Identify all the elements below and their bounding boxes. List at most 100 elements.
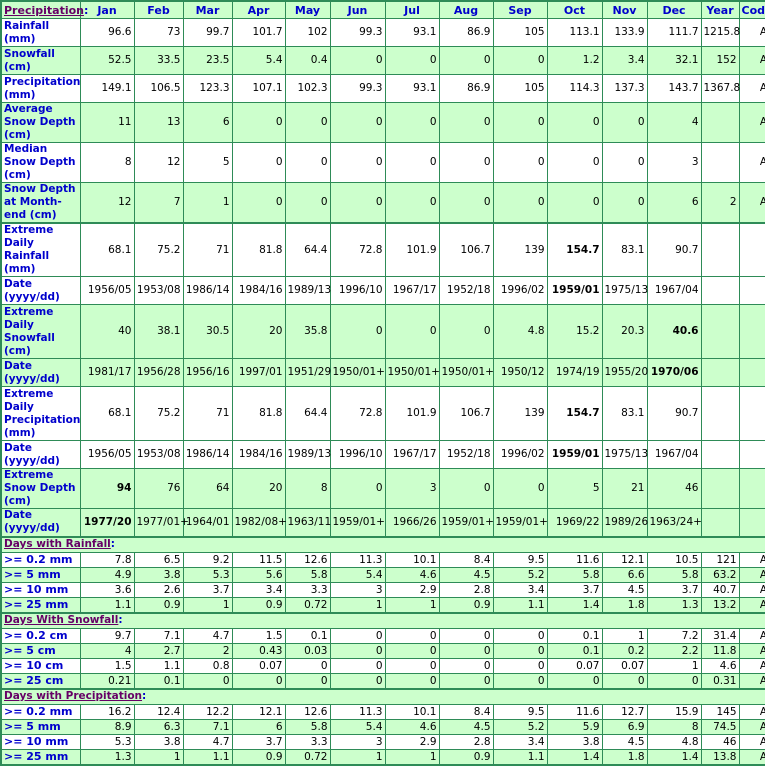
value-cell: 72.8 <box>329 386 386 441</box>
value-cell: 1 <box>182 182 233 224</box>
value-cell: 1963/11 <box>284 508 331 537</box>
colon: : <box>110 538 115 550</box>
value-cell: 1953/08 <box>133 440 184 469</box>
value-cell: 0 <box>284 142 331 183</box>
value-cell: 0 <box>329 142 386 183</box>
value-cell: 0.07 <box>546 657 603 674</box>
value-cell: 86.9 <box>438 18 494 47</box>
value-cell: 0.9 <box>438 596 494 613</box>
value-cell: 139 <box>492 386 548 441</box>
value-cell: 106.5 <box>133 74 184 103</box>
row-label: Date (yyyy/dd) <box>0 358 81 387</box>
year-cell: 1367.8 <box>700 74 740 103</box>
table-row: Extreme Daily Snowfall (cm) 40 38.1 30.5 20 3… <box>0 304 765 359</box>
value-cell: 32.1 <box>646 46 702 75</box>
code-cell <box>738 508 765 537</box>
value-cell: 8.9 <box>79 718 135 735</box>
value-cell: 9.5 <box>492 551 548 568</box>
value-cell: 0 <box>329 304 386 359</box>
section-link[interactable]: Days With Snowfall <box>4 614 118 626</box>
value-cell: 1.4 <box>546 748 603 765</box>
code-cell <box>738 304 765 359</box>
value-cell: 0.72 <box>284 748 331 765</box>
table-row: >= 25 mm 1.1 0.9 1 0.9 0.72 1 1 0.9 1.1 1.4 1.8 1.3 1… <box>0 596 765 613</box>
year-cell: 40.7 <box>700 581 740 598</box>
value-cell: 0 <box>546 102 603 143</box>
threshold-label: >= 0.2 cm <box>0 627 81 644</box>
table-row: Extreme Daily Precipitation (mm) 68.1 75.2… <box>0 386 765 441</box>
value-cell: 1959/01 <box>546 276 603 305</box>
value-cell: 6 <box>182 102 233 143</box>
value-cell: 1959/01+ <box>492 508 548 537</box>
value-cell: 81.8 <box>231 222 286 277</box>
value-cell: 0 <box>601 672 648 689</box>
value-cell: 1.8 <box>601 748 648 765</box>
value-cell: 0.1 <box>133 672 184 689</box>
value-cell: 0.9 <box>231 596 286 613</box>
value-cell: 64.4 <box>284 222 331 277</box>
value-cell: 5.6 <box>231 566 286 583</box>
value-cell: 1952/18 <box>438 276 494 305</box>
code-cell <box>738 386 765 441</box>
value-cell: 1950/01+ <box>384 358 440 387</box>
value-cell: 1952/18 <box>438 440 494 469</box>
value-cell: 0 <box>231 102 286 143</box>
value-cell: 4.7 <box>182 627 233 644</box>
value-cell: 1997/01 <box>231 358 286 387</box>
threshold-label: >= 5 mm <box>0 718 81 735</box>
value-cell: 0 <box>182 672 233 689</box>
value-cell: 1 <box>329 596 386 613</box>
precipitation-section-link[interactable]: Precipitation <box>4 4 84 17</box>
year-cell: 46 <box>700 733 740 750</box>
row-label: Rainfall (mm) <box>0 18 81 47</box>
threshold-label: >= 10 mm <box>0 733 81 750</box>
code-cell: A <box>738 733 765 750</box>
year-cell: 11.8 <box>700 642 740 659</box>
row-label: Extreme Daily Precipitation (mm) <box>0 386 81 441</box>
table-row: Rainfall (mm) 96.6 73 99.7 101.7 102 99.3 93.1 8… <box>0 18 765 47</box>
value-cell: 90.7 <box>646 386 702 441</box>
value-cell: 1967/04 <box>646 440 702 469</box>
year-cell <box>700 508 740 537</box>
code-cell: A <box>738 102 765 143</box>
col-header-code: Code <box>738 0 765 19</box>
value-cell: 143.7 <box>646 74 702 103</box>
code-cell: A <box>738 672 765 689</box>
value-cell: 0.07 <box>601 657 648 674</box>
value-cell: 0 <box>546 672 603 689</box>
value-cell: 3.8 <box>133 733 184 750</box>
section-header-cell: Precipitation: <box>0 0 88 19</box>
value-cell: 99.7 <box>182 18 233 47</box>
value-cell: 3.7 <box>546 581 603 598</box>
value-cell: 4.5 <box>438 566 494 583</box>
section-link[interactable]: Days with Rainfall <box>4 538 111 550</box>
table-row: Snow Depth at Month-end (cm) 12 7 1 0 0 0 0 0 0 0 0… <box>0 182 765 224</box>
value-cell: 10.1 <box>384 551 440 568</box>
value-cell: 1967/17 <box>384 276 440 305</box>
row-label: Average Snow Depth (cm) <box>0 102 81 143</box>
col-header-oct: Oct <box>546 0 603 19</box>
value-cell: 0 <box>546 182 603 224</box>
value-cell: 1956/05 <box>79 276 135 305</box>
header-row: Precipitation: Jan Feb Mar Apr May Jun J… <box>0 0 765 19</box>
threshold-label: >= 25 cm <box>0 672 81 689</box>
section-link[interactable]: Days with Precipitation <box>4 690 142 702</box>
value-cell: 3.8 <box>133 566 184 583</box>
value-cell: 12 <box>79 182 135 224</box>
threshold-label: >= 10 cm <box>0 657 81 674</box>
row-label: Snowfall (cm) <box>0 46 81 75</box>
value-cell: 5.4 <box>231 46 286 75</box>
code-cell <box>738 276 765 305</box>
value-cell: 0.8 <box>182 657 233 674</box>
value-cell: 0 <box>438 672 494 689</box>
section-header-row: Days with Rainfall: <box>0 535 765 553</box>
threshold-label: >= 25 mm <box>0 748 81 765</box>
value-cell: 64 <box>182 468 233 509</box>
value-cell: 1966/26 <box>384 508 440 537</box>
code-cell: A <box>738 18 765 47</box>
value-cell: 1956/05 <box>79 440 135 469</box>
value-cell: 6.5 <box>133 551 184 568</box>
value-cell: 101.9 <box>384 222 440 277</box>
value-cell: 1977/01+ <box>133 508 189 537</box>
value-cell: 3.8 <box>546 733 603 750</box>
